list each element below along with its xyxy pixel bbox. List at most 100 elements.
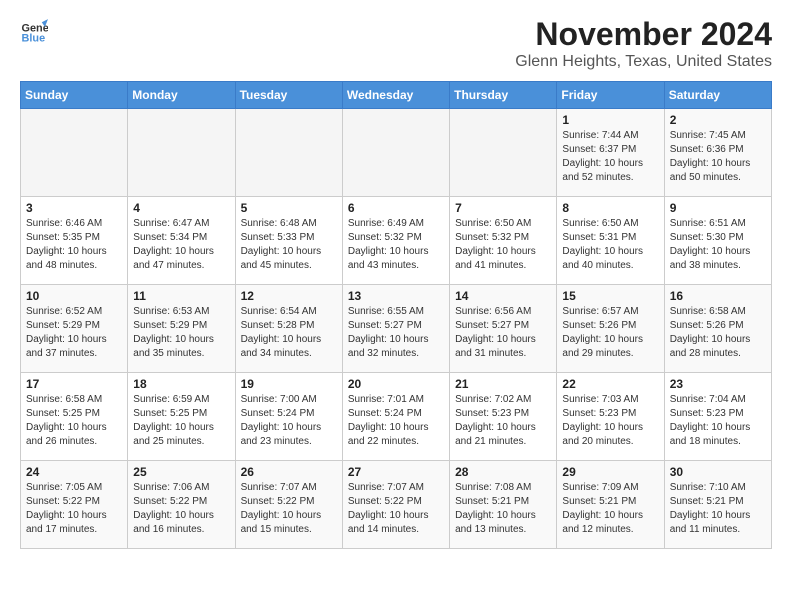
calendar-cell: 27 Sunrise: 7:07 AM Sunset: 5:22 PM Dayli… [342, 461, 449, 549]
calendar-week-row: 10 Sunrise: 6:52 AM Sunset: 5:29 PM Dayli… [21, 285, 772, 373]
day-info: Sunrise: 6:52 AM Sunset: 5:29 PM Dayligh… [26, 305, 122, 361]
calendar-cell: 11 Sunrise: 6:53 AM Sunset: 5:29 PM Dayli… [128, 285, 235, 373]
day-of-week-header: Saturday [664, 82, 771, 109]
calendar-cell: 1 Sunrise: 7:44 AM Sunset: 6:37 PM Daylig… [557, 109, 664, 197]
day-info: Sunrise: 7:09 AM Sunset: 5:21 PM Dayligh… [562, 481, 658, 537]
day-number: 11 [133, 289, 229, 303]
day-number: 15 [562, 289, 658, 303]
day-number: 14 [455, 289, 551, 303]
day-info: Sunrise: 7:07 AM Sunset: 5:22 PM Dayligh… [348, 481, 444, 537]
calendar-cell: 22 Sunrise: 7:03 AM Sunset: 5:23 PM Dayli… [557, 373, 664, 461]
calendar-cell [450, 109, 557, 197]
calendar-cell: 13 Sunrise: 6:55 AM Sunset: 5:27 PM Dayli… [342, 285, 449, 373]
day-number: 9 [670, 201, 766, 215]
day-info: Sunrise: 7:06 AM Sunset: 5:22 PM Dayligh… [133, 481, 229, 537]
day-number: 19 [241, 377, 337, 391]
day-info: Sunrise: 7:02 AM Sunset: 5:23 PM Dayligh… [455, 393, 551, 449]
calendar-cell [342, 109, 449, 197]
day-number: 16 [670, 289, 766, 303]
day-number: 23 [670, 377, 766, 391]
day-number: 1 [562, 113, 658, 127]
calendar-cell [235, 109, 342, 197]
day-info: Sunrise: 6:50 AM Sunset: 5:32 PM Dayligh… [455, 217, 551, 273]
calendar-header-row: SundayMondayTuesdayWednesdayThursdayFrid… [21, 82, 772, 109]
calendar-week-row: 3Sunrise: 6:46 AM Sunset: 5:35 PM Daylig… [21, 197, 772, 285]
day-number: 8 [562, 201, 658, 215]
calendar-body: 1 Sunrise: 7:44 AM Sunset: 6:37 PM Daylig… [21, 109, 772, 549]
day-number: 24 [26, 465, 122, 479]
day-number: 26 [241, 465, 337, 479]
day-of-week-header: Wednesday [342, 82, 449, 109]
calendar-cell: 26 Sunrise: 7:07 AM Sunset: 5:22 PM Dayli… [235, 461, 342, 549]
day-info: Sunrise: 6:58 AM Sunset: 5:26 PM Dayligh… [670, 305, 766, 361]
day-info: Sunrise: 6:46 AM Sunset: 5:35 PM Dayligh… [26, 217, 122, 273]
day-number: 2 [670, 113, 766, 127]
calendar-cell: 21 Sunrise: 7:02 AM Sunset: 5:23 PM Dayli… [450, 373, 557, 461]
day-info: Sunrise: 6:48 AM Sunset: 5:33 PM Dayligh… [241, 217, 337, 273]
calendar-cell: 10 Sunrise: 6:52 AM Sunset: 5:29 PM Dayli… [21, 285, 128, 373]
calendar-table: SundayMondayTuesdayWednesdayThursdayFrid… [20, 81, 772, 549]
calendar-cell: 12Sunrise: 6:54 AM Sunset: 5:28 PM Dayli… [235, 285, 342, 373]
day-info: Sunrise: 7:00 AM Sunset: 5:24 PM Dayligh… [241, 393, 337, 449]
location-title: Glenn Heights, Texas, United States [515, 53, 772, 71]
day-number: 28 [455, 465, 551, 479]
day-info: Sunrise: 7:45 AM Sunset: 6:36 PM Dayligh… [670, 129, 766, 185]
day-number: 30 [670, 465, 766, 479]
calendar-week-row: 1 Sunrise: 7:44 AM Sunset: 6:37 PM Daylig… [21, 109, 772, 197]
day-number: 27 [348, 465, 444, 479]
calendar-cell: 28Sunrise: 7:08 AM Sunset: 5:21 PM Dayli… [450, 461, 557, 549]
logo-icon: General Blue [20, 16, 48, 44]
day-number: 22 [562, 377, 658, 391]
day-info: Sunrise: 6:56 AM Sunset: 5:27 PM Dayligh… [455, 305, 551, 361]
day-of-week-header: Tuesday [235, 82, 342, 109]
day-number: 5 [241, 201, 337, 215]
calendar-cell: 14 Sunrise: 6:56 AM Sunset: 5:27 PM Dayli… [450, 285, 557, 373]
calendar-cell: 18Sunrise: 6:59 AM Sunset: 5:25 PM Dayli… [128, 373, 235, 461]
day-number: 17 [26, 377, 122, 391]
day-of-week-header: Friday [557, 82, 664, 109]
day-info: Sunrise: 7:04 AM Sunset: 5:23 PM Dayligh… [670, 393, 766, 449]
calendar-cell: 6 Sunrise: 6:49 AM Sunset: 5:32 PM Daylig… [342, 197, 449, 285]
logo: General Blue [20, 16, 48, 44]
day-info: Sunrise: 6:59 AM Sunset: 5:25 PM Dayligh… [133, 393, 229, 449]
day-info: Sunrise: 7:05 AM Sunset: 5:22 PM Dayligh… [26, 481, 122, 537]
month-title: November 2024 [515, 16, 772, 53]
day-of-week-header: Monday [128, 82, 235, 109]
calendar-cell: 16 Sunrise: 6:58 AM Sunset: 5:26 PM Dayli… [664, 285, 771, 373]
day-info: Sunrise: 7:44 AM Sunset: 6:37 PM Dayligh… [562, 129, 658, 185]
day-info: Sunrise: 6:49 AM Sunset: 5:32 PM Dayligh… [348, 217, 444, 273]
day-info: Sunrise: 6:50 AM Sunset: 5:31 PM Dayligh… [562, 217, 658, 273]
calendar-cell: 2 Sunrise: 7:45 AM Sunset: 6:36 PM Daylig… [664, 109, 771, 197]
day-number: 7 [455, 201, 551, 215]
day-number: 10 [26, 289, 122, 303]
calendar-cell: 5 Sunrise: 6:48 AM Sunset: 5:33 PM Daylig… [235, 197, 342, 285]
day-number: 12 [241, 289, 337, 303]
calendar-cell: 17 Sunrise: 6:58 AM Sunset: 5:25 PM Dayli… [21, 373, 128, 461]
calendar-cell: 9Sunrise: 6:51 AM Sunset: 5:30 PM Daylig… [664, 197, 771, 285]
calendar-cell: 23 Sunrise: 7:04 AM Sunset: 5:23 PM Dayli… [664, 373, 771, 461]
calendar-cell: 4Sunrise: 6:47 AM Sunset: 5:34 PM Daylig… [128, 197, 235, 285]
calendar-cell: 7 Sunrise: 6:50 AM Sunset: 5:32 PM Daylig… [450, 197, 557, 285]
day-info: Sunrise: 6:53 AM Sunset: 5:29 PM Dayligh… [133, 305, 229, 361]
svg-text:Blue: Blue [22, 33, 46, 44]
day-number: 21 [455, 377, 551, 391]
calendar-week-row: 17 Sunrise: 6:58 AM Sunset: 5:25 PM Dayli… [21, 373, 772, 461]
calendar-cell: 20 Sunrise: 7:01 AM Sunset: 5:24 PM Dayli… [342, 373, 449, 461]
day-info: Sunrise: 6:55 AM Sunset: 5:27 PM Dayligh… [348, 305, 444, 361]
day-info: Sunrise: 7:03 AM Sunset: 5:23 PM Dayligh… [562, 393, 658, 449]
calendar-cell: 25 Sunrise: 7:06 AM Sunset: 5:22 PM Dayli… [128, 461, 235, 549]
calendar-cell: 24 Sunrise: 7:05 AM Sunset: 5:22 PM Dayli… [21, 461, 128, 549]
header: General Blue November 2024 Glenn Heights… [20, 16, 772, 71]
calendar-cell: 3Sunrise: 6:46 AM Sunset: 5:35 PM Daylig… [21, 197, 128, 285]
calendar-cell [21, 109, 128, 197]
day-info: Sunrise: 6:47 AM Sunset: 5:34 PM Dayligh… [133, 217, 229, 273]
day-info: Sunrise: 7:07 AM Sunset: 5:22 PM Dayligh… [241, 481, 337, 537]
day-number: 6 [348, 201, 444, 215]
day-info: Sunrise: 6:57 AM Sunset: 5:26 PM Dayligh… [562, 305, 658, 361]
day-number: 20 [348, 377, 444, 391]
day-info: Sunrise: 7:01 AM Sunset: 5:24 PM Dayligh… [348, 393, 444, 449]
day-number: 13 [348, 289, 444, 303]
day-info: Sunrise: 6:58 AM Sunset: 5:25 PM Dayligh… [26, 393, 122, 449]
calendar-cell: 15 Sunrise: 6:57 AM Sunset: 5:26 PM Dayli… [557, 285, 664, 373]
day-number: 25 [133, 465, 229, 479]
